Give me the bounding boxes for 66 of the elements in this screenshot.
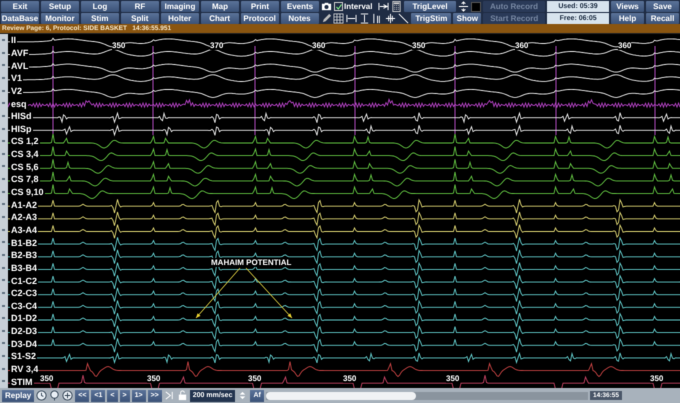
toolbar-button[interactable]: Print (241, 1, 279, 12)
toolbar-button[interactable]: DataBase (1, 13, 39, 24)
channel-label: II (10, 35, 18, 46)
annotation-text: MAHAIM POTENTIAL (211, 258, 292, 267)
channel-label: B1-B2 (10, 238, 38, 248)
interval-value: 350 (147, 374, 160, 383)
toolbar-button[interactable]: Chart (200, 13, 239, 24)
interval-value: 350 (40, 374, 54, 383)
toolbar-button[interactable]: Exit (1, 1, 39, 12)
toolbar-button[interactable]: Imaging (161, 1, 199, 12)
channel-label: HISp (10, 124, 33, 134)
interval-value: 350 (412, 41, 426, 50)
toolbar-button[interactable]: Save (646, 1, 679, 12)
channel-label: CS 3,4 (10, 149, 40, 160)
channel-label: CS 7,8 (10, 174, 40, 184)
interval-value: 370 (210, 41, 224, 50)
interval-value: 360 (618, 41, 632, 50)
channel-label: D3-D4 (10, 338, 38, 349)
toolbar-button[interactable]: Map (201, 1, 239, 12)
channel-label: V2 (10, 86, 24, 96)
toolbar-button[interactable]: RF (121, 1, 159, 12)
channel-label: CS 9,10 (10, 187, 45, 198)
channel-label: CS 5,6 (10, 162, 40, 172)
toolbar-button[interactable]: Help (611, 13, 644, 24)
toolbar-button[interactable]: Monitor (40, 13, 79, 24)
channel-label: C3-C4 (10, 300, 38, 311)
toolbar-button[interactable]: Protocol (240, 13, 279, 24)
channel-label: C1-C2 (10, 276, 38, 286)
channel-label: AVL (10, 60, 30, 71)
channel-label: CS 1,2 (10, 136, 40, 146)
channel-label: S1-S2 (10, 351, 38, 362)
toolbar-button[interactable]: Log (81, 1, 119, 12)
channel-label: RV 3,4 (10, 364, 40, 374)
interval-value: 360 (515, 41, 528, 50)
toolbar-button[interactable]: Views (611, 1, 644, 12)
channel-label: STIM (10, 376, 34, 387)
toolbar-button[interactable]: TrigLevel (404, 1, 456, 12)
channel-label: D2-D3 (10, 326, 38, 336)
toolbar-button[interactable]: Notes (280, 13, 318, 24)
channel-label: esq (10, 98, 28, 109)
interval-value: 350 (343, 374, 356, 383)
channel-label: V1 (10, 73, 24, 84)
channel-label: A3-A4 (10, 224, 38, 235)
replay-button[interactable]: Replay (2, 390, 34, 402)
toolbar-button[interactable]: Split (120, 13, 159, 24)
interval-value: 350 (248, 374, 262, 383)
interval-value: 350 (112, 41, 126, 50)
channel-label: B2-B3 (10, 250, 38, 260)
channel-label: AVF (10, 48, 30, 58)
toolbar-button[interactable]: TrigStim (411, 13, 452, 24)
toolbar-button[interactable]: Stim (80, 13, 119, 24)
channel-label: A2-A3 (10, 212, 38, 222)
interval-checkbox[interactable]: Interval (334, 2, 376, 11)
toolbar-button[interactable]: Setup (41, 1, 79, 12)
interval-value: 350 (446, 374, 460, 383)
interval-value: 350 (650, 374, 664, 383)
channel-label: HISd (10, 111, 33, 122)
channel-label: B3-B4 (10, 262, 38, 273)
channel-label: C2-C3 (10, 288, 38, 298)
interval-value: 360 (312, 41, 326, 50)
channel-label: A1-A2 (10, 200, 38, 210)
channel-label: D1-D2 (10, 313, 38, 324)
toolbar-button[interactable]: Recall (646, 13, 679, 24)
toolbar-button[interactable]: Show (453, 13, 482, 24)
toolbar-button[interactable]: Events (281, 1, 319, 12)
toolbar-button[interactable]: Holter (160, 13, 199, 24)
